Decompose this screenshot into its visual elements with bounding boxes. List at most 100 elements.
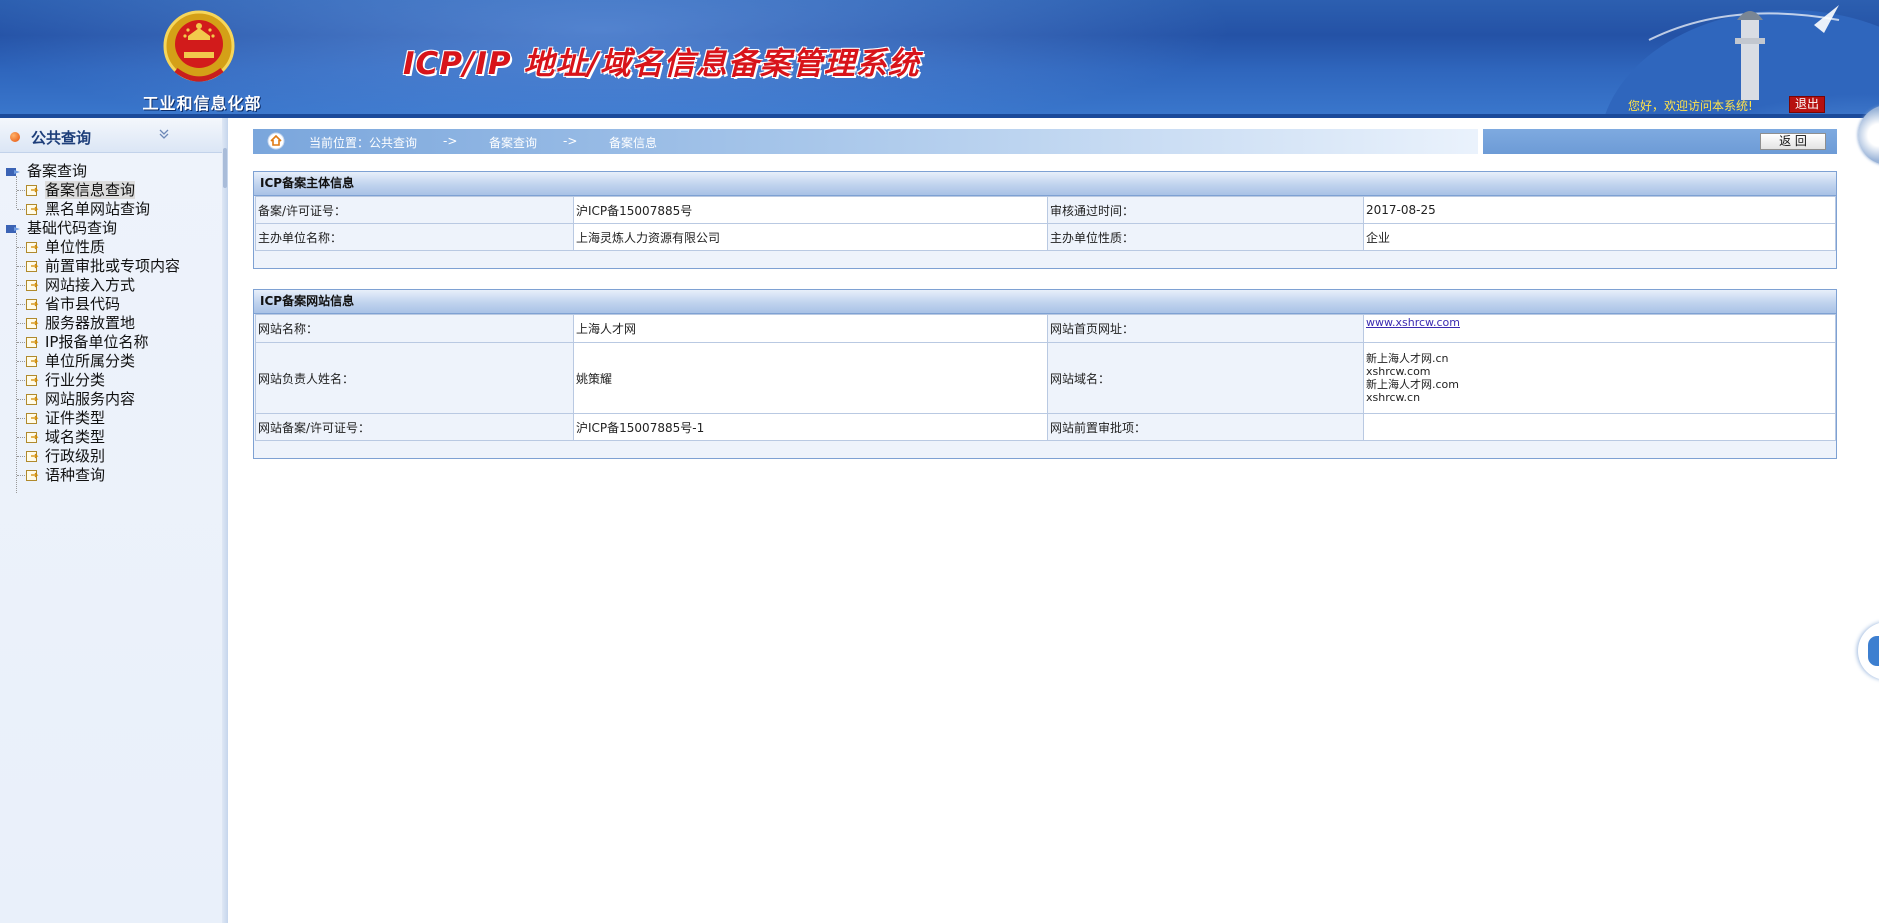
document-arrow-icon (26, 394, 39, 405)
tree-item-service-content[interactable]: 网站服务内容 (26, 390, 135, 409)
domain-entry: xshrcw.com (1366, 365, 1431, 378)
tree-item-unit-category[interactable]: 单位所属分类 (26, 352, 135, 371)
tree-item-pre-approval[interactable]: 前置审批或专项内容 (26, 257, 180, 276)
sidebar-title: 公共查询 (31, 129, 92, 147)
domain-entry: 新上海人才网.com (1366, 378, 1459, 391)
tree-item-label: 服务器放置地 (45, 314, 136, 332)
tree-item-filing-info-query[interactable]: 备案信息查询 (26, 181, 136, 200)
panel-title: ICP备案主体信息 (254, 172, 1836, 196)
home-icon[interactable] (267, 132, 285, 150)
domain-entry: 新上海人才网.cn (1366, 352, 1449, 365)
tree-item-unit-nature[interactable]: 单位性质 (26, 238, 105, 257)
field-label: 网站负责人姓名： (255, 342, 574, 414)
tree-item-label: 备案信息查询 (45, 181, 136, 199)
tree-guide-line (17, 418, 25, 419)
breadcrumb: 当前位置：公共查询 -> 备案查询 -> 备案信息 (253, 129, 1478, 154)
tree-item-label: 行政级别 (45, 447, 106, 465)
tree-group-label: 基础代码查询 (27, 219, 118, 237)
tree-item-industry[interactable]: 行业分类 (26, 371, 105, 390)
tree-item-label: 语种查询 (45, 466, 106, 484)
field-label: 网站域名： (1047, 342, 1364, 414)
sidebar-splitter[interactable] (222, 118, 228, 923)
tree-group-filing-query[interactable]: 备案查询 (6, 162, 87, 181)
tree-group-base-code-query[interactable]: 基础代码查询 (6, 219, 117, 238)
system-title: ICP/IP 地址/域名信息备案管理系统 (403, 46, 920, 82)
document-arrow-icon (26, 242, 39, 253)
document-arrow-icon (26, 299, 39, 310)
splitter-grip[interactable] (223, 148, 227, 188)
tree-item-access-method[interactable]: 网站接入方式 (26, 276, 135, 295)
welcome-text: 您好，欢迎访问本系统! (1628, 99, 1753, 113)
field-value: 沪ICP备15007885号 (573, 196, 1048, 224)
tree-guide-line (16, 233, 17, 493)
tree-item-language-query[interactable]: 语种查询 (26, 466, 105, 485)
tree-guide-line (17, 380, 25, 381)
tree-guide-line (17, 399, 25, 400)
tree-item-label: 单位所属分类 (45, 352, 136, 370)
document-arrow-icon (26, 185, 39, 196)
tree-item-region-code[interactable]: 省市县代码 (26, 295, 120, 314)
document-arrow-icon (26, 318, 39, 329)
field-label: 审核通过时间： (1047, 196, 1364, 224)
tree-guide-line (17, 285, 25, 286)
domain-entry: xshrcw.cn (1366, 391, 1421, 404)
document-arrow-icon (26, 280, 39, 291)
service-icon (1868, 636, 1879, 666)
breadcrumb-filing-query[interactable]: 备案查询 (489, 134, 537, 151)
tree-item-server-location[interactable]: 服务器放置地 (26, 314, 135, 333)
tree-item-label: 证件类型 (45, 409, 106, 427)
collapse-chevron-icon[interactable] (157, 127, 171, 141)
tree-item-label: 域名类型 (45, 428, 106, 446)
tree-item-label: 前置审批或专项内容 (45, 257, 181, 275)
tree-item-label: 行业分类 (45, 371, 106, 389)
back-button[interactable]: 返 回 (1760, 133, 1826, 150)
table-row: 主办单位名称： 上海灵炼人力资源有限公司 主办单位性质： 企业 (255, 223, 1836, 251)
subject-info-table: 备案/许可证号： 沪ICP备15007885号 审核通过时间： 2017-08-… (255, 196, 1836, 251)
document-arrow-icon (26, 470, 39, 481)
bullet-icon (10, 132, 20, 142)
table-row: 网站名称： 上海人才网 网站首页网址： www.xshrcw.com (255, 314, 1836, 343)
tree-guide-line (17, 247, 25, 248)
floating-service-widget[interactable] (1858, 622, 1879, 680)
sidebar-header[interactable]: 公共查询 (0, 118, 222, 153)
field-label: 备案/许可证号： (255, 196, 574, 224)
tree-item-blacklist-query[interactable]: 黑名单网站查询 (26, 200, 150, 219)
document-arrow-icon (26, 413, 39, 424)
document-arrow-icon (26, 337, 39, 348)
tree-item-admin-level[interactable]: 行政级别 (26, 447, 105, 466)
tree-item-ip-reporting-unit[interactable]: IP报备单位名称 (26, 333, 148, 352)
header-bottom-stripe (0, 114, 1879, 118)
tree-item-domain-type[interactable]: 域名类型 (26, 428, 105, 447)
header-banner: 工业和信息化部 ICP/IP 地址/域名信息备案管理系统 您好，欢迎访问本系统!… (0, 0, 1879, 118)
field-label: 网站名称： (255, 314, 574, 343)
panel-title: ICP备案网站信息 (254, 290, 1836, 314)
document-arrow-icon (26, 432, 39, 443)
tree-guide-line (17, 209, 25, 210)
ministry-name: 工业和信息化部 (142, 94, 262, 113)
tree-guide-line (17, 361, 25, 362)
sidebar: 公共查询 备案查询 备案信息查询 黑名单网站查询 基础代码查询 单位性质 前置审… (0, 118, 223, 923)
tree-item-label: 黑名单网站查询 (45, 200, 151, 218)
document-arrow-icon (26, 356, 39, 367)
document-arrow-icon (26, 451, 39, 462)
field-value: 企业 (1363, 223, 1836, 251)
breadcrumb-filing-info: 备案信息 (609, 136, 658, 150)
table-row: 网站备案/许可证号： 沪ICP备15007885号-1 网站前置审批项： (255, 413, 1836, 441)
field-value (1363, 413, 1836, 441)
domain-list: 新上海人才网.cn xshrcw.com 新上海人才网.com xshrcw.c… (1363, 342, 1836, 414)
field-value: 上海人才网 (573, 314, 1048, 343)
tree-guide-line (17, 475, 25, 476)
field-value: 2017-08-25 (1363, 196, 1836, 224)
breadcrumb-prefix: 当前位置：公共查询 (309, 136, 418, 150)
field-value: www.xshrcw.com (1363, 314, 1836, 343)
tree-item-label: 网站服务内容 (45, 390, 136, 408)
logout-button[interactable]: 退出 (1789, 96, 1825, 113)
tree-item-label: 省市县代码 (45, 295, 121, 313)
tree-item-certificate-type[interactable]: 证件类型 (26, 409, 105, 428)
field-label: 网站前置审批项： (1047, 413, 1364, 441)
tree-guide-line (17, 456, 25, 457)
national-emblem-icon (163, 10, 235, 82)
homepage-link[interactable]: www.xshrcw.com (1366, 316, 1460, 329)
field-value: 姚策耀 (573, 342, 1048, 414)
tree-guide-line (17, 304, 25, 305)
